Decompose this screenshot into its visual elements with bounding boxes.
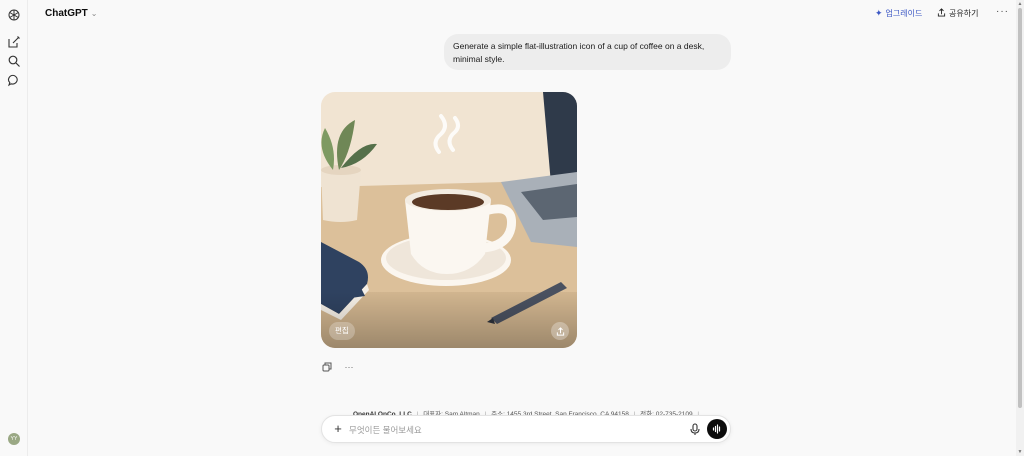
sidebar-rail: YY — [0, 0, 28, 456]
upgrade-label: 업그레이드 — [885, 9, 923, 18]
share-button[interactable]: 공유하기 — [937, 8, 978, 19]
chat-bubble-icon[interactable] — [7, 73, 21, 87]
new-chat-icon[interactable] — [7, 35, 21, 49]
coffee-illustration — [321, 92, 577, 348]
microphone-icon[interactable] — [689, 423, 701, 436]
copy-icon[interactable] — [321, 361, 333, 373]
main-panel: ChatGPT ⌄ ✦ 업그레이드 공유하기 ··· Generate a si… — [28, 0, 1016, 456]
avatar[interactable]: YY — [8, 433, 20, 445]
scrollbar-thumb[interactable] — [1018, 8, 1022, 408]
model-selector[interactable]: ChatGPT ⌄ — [45, 8, 97, 19]
chevron-down-icon: ⌄ — [90, 9, 98, 18]
generated-image[interactable]: 편집 — [321, 92, 577, 348]
more-options-button[interactable]: ··· — [996, 6, 1009, 17]
share-label: 공유하기 — [949, 9, 979, 18]
message-actions: ··· — [321, 361, 355, 373]
search-icon[interactable] — [7, 54, 21, 68]
openai-logo-icon[interactable] — [7, 8, 21, 22]
top-bar: ChatGPT ⌄ ✦ 업그레이드 공유하기 ··· — [28, 0, 1016, 30]
share-icon — [937, 8, 946, 19]
sparkle-icon: ✦ — [875, 8, 883, 18]
scroll-up-icon[interactable]: ▲ — [1017, 1, 1023, 7]
composer: + — [321, 415, 731, 443]
user-message: Generate a simple flat-illustration icon… — [444, 34, 731, 70]
edit-image-button[interactable]: 편집 — [329, 322, 355, 340]
upgrade-button[interactable]: ✦ 업그레이드 — [875, 8, 922, 19]
add-attachment-button[interactable]: + — [330, 421, 346, 437]
model-name: ChatGPT — [45, 8, 88, 19]
download-icon[interactable] — [551, 322, 569, 340]
voice-mode-button[interactable] — [707, 419, 727, 439]
waveform-icon — [712, 424, 721, 434]
scrollbar[interactable]: ▲ ▼ — [1016, 0, 1024, 456]
more-actions-icon[interactable]: ··· — [343, 361, 355, 373]
prompt-input[interactable] — [349, 422, 649, 438]
scroll-down-icon[interactable]: ▼ — [1017, 449, 1023, 455]
